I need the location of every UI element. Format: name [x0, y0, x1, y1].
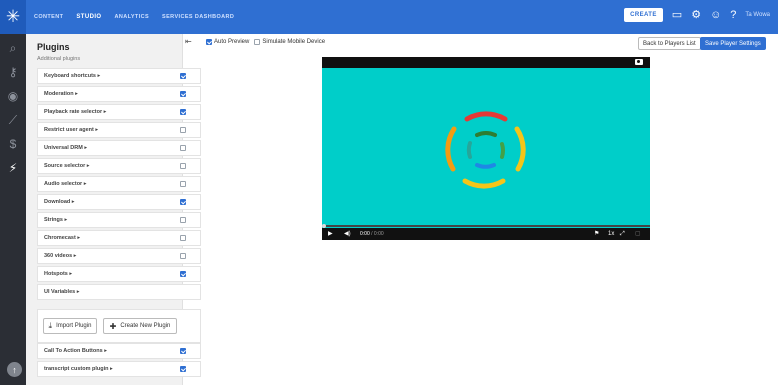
plugin-row-moderation[interactable]: Moderation ▸	[37, 86, 201, 102]
plugin-row-chromecast[interactable]: Chromecast ▸	[37, 230, 201, 246]
plugin-label: Source selector ▸	[44, 163, 90, 169]
left-icon-rail: ⌕ ⚷ ◉ ⟋ $ ⚡	[0, 34, 26, 385]
auto-preview-toggle[interactable]: Auto Preview	[206, 39, 249, 45]
create-button[interactable]: CREATE	[624, 8, 663, 22]
plugin-label: Moderation ▸	[44, 91, 78, 97]
top-nav-bar: ✳ CONTENT STUDIO ANALYTICS SERVICES DASH…	[0, 0, 778, 34]
plugin-actions-bar: ⤓ Import Plugin ✚ Create New Plugin	[37, 309, 201, 343]
player-control-bar: ▶ ◀) 0:00 / 0:00 ⚑ 1x ⤢ ▢	[322, 228, 650, 240]
auto-preview-checkbox[interactable]	[206, 39, 212, 45]
nav-item-analytics[interactable]: ANALYTICS	[114, 14, 149, 20]
plugin-row-hotspots[interactable]: Hotspots ▸	[37, 266, 201, 282]
chart-icon[interactable]: ⟋	[0, 114, 26, 126]
dollar-icon[interactable]: $	[0, 138, 26, 150]
plugin-row-transcript[interactable]: transcript custom plugin ▸	[37, 361, 201, 377]
top-right-actions: CREATE ▭ ⚙ ☺ ? Ta Wowa	[624, 8, 770, 22]
create-plugin-label: Create New Plugin	[120, 323, 171, 329]
plugin-row-keyboard-shortcuts[interactable]: Keyboard shortcuts ▸	[37, 68, 201, 84]
preview-area: Auto Preview Simulate Mobile Device Back…	[184, 34, 778, 385]
panel-subtitle: Additional plugins	[37, 56, 81, 62]
plugin-row-audio-selector[interactable]: Audio selector ▸	[37, 176, 201, 192]
simulate-mobile-toggle[interactable]: Simulate Mobile Device	[254, 39, 325, 45]
progress-bar[interactable]	[322, 224, 650, 228]
volume-icon[interactable]: ◀)	[344, 230, 351, 238]
main-nav: CONTENT STUDIO ANALYTICS SERVICES DASHBO…	[34, 14, 247, 20]
nav-item-content[interactable]: CONTENT	[34, 14, 63, 20]
plugin-row-universal-drm[interactable]: Universal DRM ▸	[37, 140, 201, 156]
auto-preview-label: Auto Preview	[214, 39, 250, 45]
plugin-row-strings[interactable]: Strings ▸	[37, 212, 201, 228]
plugin-row-360-videos[interactable]: 360 videos ▸	[37, 248, 201, 264]
plugin-label: Download ▸	[44, 199, 75, 205]
plugins-panel: Plugins Additional plugins Keyboard shor…	[26, 34, 201, 385]
plugin-row-call-to-action[interactable]: Call To Action Buttons ▸	[37, 343, 201, 359]
fullscreen-icon[interactable]: ⤢	[620, 230, 625, 238]
help-circle-icon[interactable]: ?	[730, 9, 736, 21]
plugin-label: Universal DRM ▸	[44, 145, 88, 151]
plugin-label: Call To Action Buttons ▸	[44, 348, 107, 354]
plugin-row-ui-variables[interactable]: UI Variables ▸	[37, 284, 201, 300]
nav-item-studio[interactable]: STUDIO	[76, 14, 101, 20]
plugin-label: Playback rate selector ▸	[44, 109, 107, 115]
flag-icon[interactable]: ⚑	[594, 230, 599, 238]
plus-icon: ✚	[109, 321, 117, 331]
plugin-row-source-selector[interactable]: Source selector ▸	[37, 158, 201, 174]
plugin-label: Restrict user agent ▸	[44, 127, 99, 133]
user-name[interactable]: Ta Wowa	[745, 12, 770, 18]
simulate-mobile-checkbox[interactable]	[254, 39, 261, 45]
nav-item-services-dashboard[interactable]: SERVICES DASHBOARD	[162, 14, 234, 20]
eye-icon[interactable]: ◉	[0, 90, 26, 102]
create-new-plugin-button[interactable]: ✚ Create New Plugin	[103, 318, 177, 334]
key-icon[interactable]: ⚷	[0, 66, 26, 78]
logo-icon[interactable]: ✳	[0, 0, 26, 34]
plugin-label: Hotspots ▸	[44, 271, 73, 277]
plugin-label: Strings ▸	[44, 217, 68, 223]
time-display: 0:00 / 0:00	[360, 230, 384, 238]
current-time: 0:00	[360, 231, 370, 237]
plugin-label: transcript custom plugin ▸	[44, 366, 113, 372]
save-player-settings-button[interactable]: Save Player Settings	[700, 37, 766, 50]
plugin-label: 360 videos ▸	[44, 253, 77, 259]
play-icon[interactable]: ▶	[328, 230, 333, 238]
import-icon: ⤓	[48, 321, 53, 330]
playback-speed[interactable]: 1x	[608, 230, 614, 238]
total-time: / 0:00	[371, 231, 384, 237]
preview-options: Auto Preview Simulate Mobile Device	[206, 39, 330, 45]
import-plugin-button[interactable]: ⤓ Import Plugin	[43, 318, 97, 334]
plugin-label: Audio selector ▸	[44, 181, 87, 187]
gear-icon[interactable]: ⚙	[691, 9, 701, 21]
import-plugin-label: Import Plugin	[56, 323, 92, 329]
plugin-row-download[interactable]: Download ▸	[37, 194, 201, 210]
user-icon[interactable]: ☺	[710, 9, 721, 21]
plugin-label: UI Variables ▸	[44, 289, 80, 295]
panel-title: Plugins	[37, 42, 70, 52]
plugin-label: Chromecast ▸	[44, 235, 81, 241]
plugin-label: Keyboard shortcuts ▸	[44, 73, 101, 79]
video-player[interactable]: ▶ ◀) 0:00 / 0:00 ⚑ 1x ⤢ ▢	[322, 57, 650, 240]
plugin-row-restrict-user-agent[interactable]: Restrict user agent ▸	[37, 122, 201, 138]
back-to-players-button[interactable]: Back to Players List	[638, 37, 701, 50]
help-fab-icon[interactable]: ↑	[7, 362, 22, 377]
folder-icon[interactable]: ▭	[672, 9, 682, 21]
plug-icon[interactable]: ⚡	[0, 162, 26, 174]
loading-spinner-icon	[445, 111, 526, 189]
search-icon[interactable]: ⌕	[0, 42, 26, 54]
simulate-mobile-label: Simulate Mobile Device	[262, 39, 326, 45]
plugin-row-playback-rate[interactable]: Playback rate selector ▸	[37, 104, 201, 120]
chromecast-icon[interactable]: ▢	[635, 230, 641, 238]
